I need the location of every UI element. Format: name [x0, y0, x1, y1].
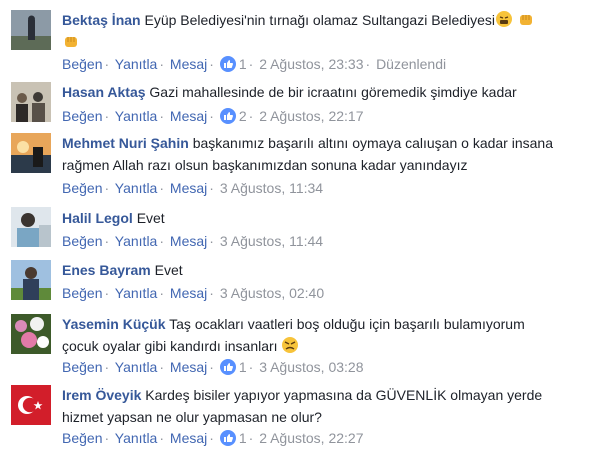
like-link[interactable]: Beğen [62, 233, 102, 249]
avatar[interactable] [11, 10, 51, 50]
message-link[interactable]: Mesaj [170, 359, 207, 375]
comment-text-line-2: rağmen Allah razı olsun başkanımızdan so… [62, 157, 468, 173]
reply-link[interactable]: Yanıtla [115, 180, 158, 196]
comment-actions: Beğen · Yanıtla · Mesaj · 1 · 3 Ağustos, 03:… [62, 359, 364, 375]
comment-author[interactable]: Enes Bayram [62, 262, 151, 278]
tired-face-emoji [495, 10, 513, 28]
comment: Yasemin Küçük Taş ocakları vaatleri boş … [0, 312, 611, 380]
comment-author[interactable]: Mehmet Nuri Şahin [62, 135, 189, 151]
like-link[interactable]: Beğen [62, 108, 102, 124]
comment: Mehmet Nuri Şahin başkanımız başarılı al… [0, 131, 611, 199]
avatar[interactable] [11, 385, 51, 425]
reply-link[interactable]: Yanıtla [115, 430, 158, 446]
reply-link[interactable]: Yanıtla [115, 233, 158, 249]
reply-link[interactable]: Yanıtla [115, 359, 158, 375]
message-link[interactable]: Mesaj [170, 233, 207, 249]
comment-body: Halil Legol Evet [62, 207, 603, 229]
fist-emoji [517, 10, 535, 28]
comment: Halil Legol Evet Beğen · Yanıtla · Mesaj · … [0, 206, 611, 254]
comment-author[interactable]: Bektaş İnan [62, 12, 141, 28]
reply-link[interactable]: Yanıtla [115, 56, 158, 72]
avatar[interactable] [11, 82, 51, 122]
comment-actions: Beğen · Yanıtla · Mesaj · 3 Ağustos, 11:34 [62, 180, 324, 196]
comment-actions: Beğen · Yanıtla · Mesaj · 3 Ağustos, 11:44 [62, 233, 324, 249]
comment: Bektaş İnan Eyüp Belediyesi'nin tırnağı … [0, 8, 611, 72]
comment-timestamp[interactable]: 3 Ağustos, 11:44 [220, 233, 323, 249]
message-link[interactable]: Mesaj [170, 180, 207, 196]
thumbs-up-icon[interactable] [219, 56, 236, 72]
reply-link[interactable]: Yanıtla [115, 108, 158, 124]
message-link[interactable]: Mesaj [170, 430, 207, 446]
comment-actions: Beğen · Yanıtla · Mesaj · 3 Ağustos, 02:40 [62, 285, 325, 301]
thumbs-up-icon[interactable] [219, 359, 236, 375]
reaction-count[interactable]: 1 [239, 359, 247, 375]
avatar[interactable] [11, 260, 51, 300]
comment: Irem Öveyik Kardeş bisiler yapıyor yapma… [0, 383, 611, 451]
thumbs-up-icon[interactable] [219, 108, 236, 124]
comment-body: Irem Öveyik Kardeş bisiler yapıyor yapma… [62, 384, 603, 428]
avatar[interactable] [11, 207, 51, 247]
like-link[interactable]: Beğen [62, 285, 102, 301]
reaction-count[interactable]: 2 [239, 108, 247, 124]
comment-text: Evet [154, 262, 183, 278]
comment-author[interactable]: Irem Öveyik [62, 387, 141, 403]
edited-label[interactable]: Düzenlendi [376, 56, 446, 72]
comment-text-line-2: çocuk oyalar gibi kandırdı insanları [62, 338, 278, 354]
comment-body: Yasemin Küçük Taş ocakları vaatleri boş … [62, 313, 603, 357]
comment-author[interactable]: Halil Legol [62, 210, 133, 226]
like-link[interactable]: Beğen [62, 359, 102, 375]
comment-text-line-2: hizmet yapsan ne olur yapmasan ne olur? [62, 409, 322, 425]
comment: Enes Bayram Evet Beğen · Yanıtla · Mesaj · … [0, 258, 611, 306]
comment-actions: Beğen · Yanıtla · Mesaj · 1 · 2 Ağustos, 23:… [62, 56, 447, 72]
comment-text: Gazi mahallesinde de bir icraatını görem… [149, 84, 517, 100]
reply-link[interactable]: Yanıtla [115, 285, 158, 301]
comment-text: Evet [136, 210, 165, 226]
avatar[interactable] [11, 133, 51, 173]
like-link[interactable]: Beğen [62, 430, 102, 446]
thumbs-up-icon[interactable] [219, 430, 236, 446]
comment-text: Eyüp Belediyesi'nin tırnağı olamaz Sulta… [144, 12, 496, 28]
like-link[interactable]: Beğen [62, 180, 102, 196]
fist-emoji [62, 32, 80, 50]
comment-text-line-1: Kardeş bisiler yapıyor yapmasına da GÜVE… [145, 387, 543, 403]
comment-body: Enes Bayram Evet [62, 259, 603, 281]
comment-author[interactable]: Yasemin Küçük [62, 316, 166, 332]
angry-face-emoji [281, 336, 299, 354]
like-link[interactable]: Beğen [62, 56, 102, 72]
comment-timestamp[interactable]: 3 Ağustos, 11:34 [220, 180, 323, 196]
comment-timestamp[interactable]: 2 Ağustos, 23:33 [259, 56, 363, 72]
reaction-count[interactable]: 1 [239, 56, 247, 72]
comment-timestamp[interactable]: 3 Ağustos, 02:40 [220, 285, 324, 301]
comment-text-line-1: Taş ocakları vaatleri boş olduğu için ba… [169, 316, 525, 332]
comment-text-line-1: başkanımız başarılı altını oymaya calıuş… [192, 135, 553, 151]
avatar[interactable] [11, 314, 51, 354]
comment-author[interactable]: Hasan Aktaş [62, 84, 146, 100]
reaction-count[interactable]: 1 [239, 430, 247, 446]
message-link[interactable]: Mesaj [170, 56, 207, 72]
comment-timestamp[interactable]: 2 Ağustos, 22:17 [259, 108, 363, 124]
comment-body: Hasan Aktaş Gazi mahallesinde de bir icr… [62, 81, 603, 103]
comment-body: Mehmet Nuri Şahin başkanımız başarılı al… [62, 132, 603, 176]
message-link[interactable]: Mesaj [170, 285, 207, 301]
message-link[interactable]: Mesaj [170, 108, 207, 124]
comment: Hasan Aktaş Gazi mahallesinde de bir icr… [0, 80, 611, 128]
comment-timestamp[interactable]: 3 Ağustos, 03:28 [259, 359, 363, 375]
comment-list: Bektaş İnan Eyüp Belediyesi'nin tırnağı … [0, 0, 611, 453]
comment-actions: Beğen · Yanıtla · Mesaj · 1 · 2 Ağustos, 22:… [62, 430, 364, 446]
comment-timestamp[interactable]: 2 Ağustos, 22:27 [259, 430, 363, 446]
comment-body: Bektaş İnan Eyüp Belediyesi'nin tırnağı … [62, 9, 603, 53]
comment-actions: Beğen · Yanıtla · Mesaj · 2 · 2 Ağustos, 22:… [62, 108, 364, 124]
